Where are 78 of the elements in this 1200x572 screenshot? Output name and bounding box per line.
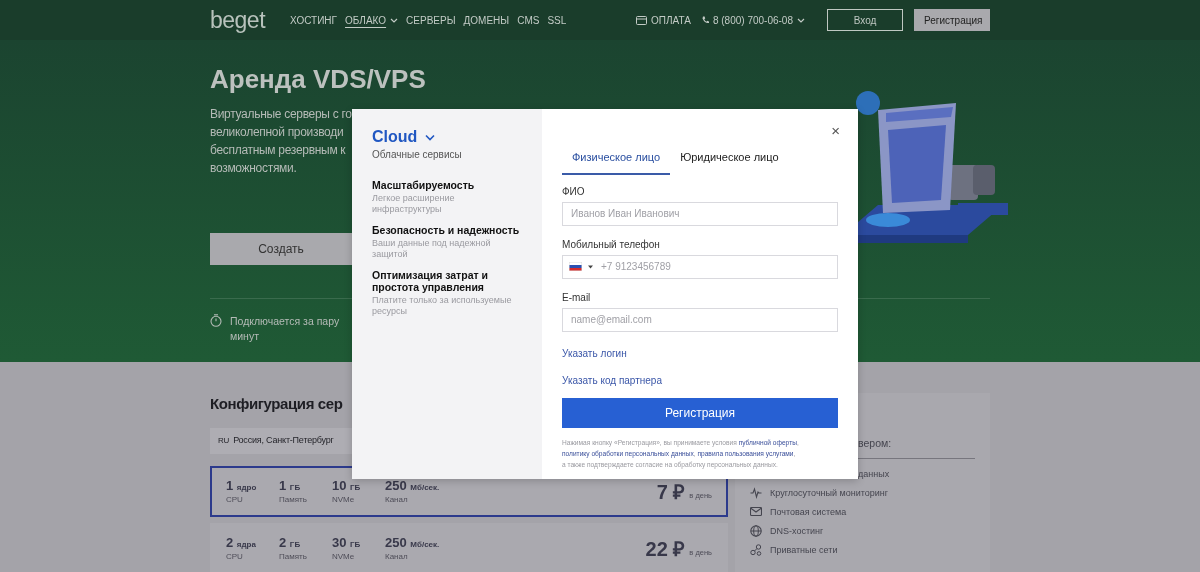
price-text: 7 ₽ — [656, 479, 686, 505]
link[interactable]: Указать логин — [562, 346, 627, 361]
input-field[interactable]: name@email.com — [562, 307, 838, 332]
section-title: Конфигурация сер — [210, 394, 343, 414]
panel-heading: вером: — [858, 436, 893, 451]
caret-icon — [390, 16, 399, 24]
feature-text: DNS-хостинг — [770, 524, 824, 538]
tab[interactable]: Юридическое лицо — [670, 149, 789, 175]
nav-link[interactable]: ДОМЕНЫ — [463, 12, 510, 28]
payment-link[interactable]: ОПЛАТА — [636, 12, 691, 28]
spec-label: NVMe — [332, 551, 356, 562]
spec-label: NVMe — [332, 494, 356, 505]
price-text: 22 ₽ — [645, 536, 686, 562]
register-button[interactable]: Регистрация — [562, 397, 838, 428]
benefit-text: Легкое расширение инфраструктуры — [372, 193, 456, 215]
pulse-icon — [750, 487, 762, 500]
input-field[interactable]: Иванов Иван Иванович — [562, 201, 838, 226]
spec-label: Память — [279, 494, 308, 505]
spec-value: 1 ГБ — [279, 478, 302, 495]
brand-title[interactable]: Cloud — [372, 127, 418, 147]
spec-value: 250 Мб/сек. — [385, 535, 438, 552]
feature-text: Круглосуточный мониторинг — [770, 486, 889, 500]
spec-value: 2 ядра — [226, 535, 257, 552]
field-label: ФИО — [562, 185, 586, 198]
login-button[interactable]: Вход — [827, 9, 903, 31]
spec-label: Память — [279, 551, 308, 562]
globe-icon — [750, 525, 762, 538]
nav-link[interactable]: CMS — [517, 12, 540, 28]
region-code: RU — [218, 435, 230, 447]
phone-link[interactable]: 8 (800) 700-06-08 — [701, 12, 805, 28]
subtitle-text: Облачные сервисы — [372, 148, 463, 162]
close-button[interactable]: × — [831, 123, 840, 138]
feature-text: Подключается за пару минут — [230, 314, 340, 344]
nav-link[interactable]: СЕРВЕРЫ — [406, 12, 456, 28]
hero-text: бесплатным резервным к — [210, 142, 346, 159]
network-icon — [750, 544, 762, 557]
spec-label: Канал — [385, 494, 409, 505]
spec-label: CPU — [226, 494, 244, 505]
field-label: E-mail — [562, 291, 592, 304]
nav-link[interactable]: ОБЛАКО — [345, 12, 399, 28]
spec-label: Канал — [385, 551, 409, 562]
spec-value: 2 ГБ — [279, 535, 302, 552]
benefit-title: Оптимизация затрат и простота управления — [372, 269, 490, 293]
logo[interactable]: beget — [210, 8, 266, 32]
card-icon — [636, 15, 648, 25]
phone-field[interactable]: +7 9123456789 — [562, 254, 838, 279]
nav-link[interactable]: SSL — [547, 12, 567, 28]
spec-value: 1 ядро — [226, 478, 258, 495]
benefit-title: Безопасность и надежность — [372, 224, 521, 236]
spec-value: 10 ГБ — [332, 478, 362, 495]
spec-label: CPU — [226, 551, 244, 562]
spec-value: 30 ГБ — [332, 535, 362, 552]
tab[interactable]: Физическое лицо — [562, 149, 671, 175]
phone-icon — [701, 16, 709, 24]
envelope-icon — [750, 506, 762, 519]
caret-icon[interactable] — [425, 133, 436, 141]
hero-text: Виртуальные серверы с го — [210, 106, 352, 123]
location-text: Россия, Санкт-Петербург — [233, 434, 334, 448]
hero-text: возможностями. — [210, 160, 297, 177]
location-select[interactable]: RU Россия, Санкт-Петербург — [210, 428, 352, 454]
caret-icon — [797, 16, 805, 24]
feature-text: Почтовая система — [770, 505, 847, 519]
feature-text: Приватные сети — [770, 543, 838, 557]
field-label: Мобильный телефон — [562, 238, 661, 251]
spec-value: 250 Мб/сек. — [385, 478, 438, 495]
nav-link[interactable]: ХОСТИНГ — [290, 12, 337, 28]
benefit-text: Ваши данные под надежной защитой — [372, 238, 492, 260]
link[interactable]: Указать код партнера — [562, 373, 662, 388]
hero-text: великолепной производи — [210, 124, 344, 141]
stopwatch-icon — [210, 314, 222, 327]
feature-text: данных — [858, 467, 890, 481]
page-title: Аренда VDS/VPS — [210, 63, 427, 94]
benefit-text: Платите только за используемые ресурсы — [372, 295, 513, 317]
caret-icon[interactable] — [588, 264, 593, 269]
flag-icon[interactable] — [569, 262, 582, 271]
benefit-title: Масштабируемость — [372, 179, 476, 191]
create-button[interactable]: Создать — [210, 233, 352, 265]
register-button[interactable]: Регистрация — [914, 9, 990, 31]
